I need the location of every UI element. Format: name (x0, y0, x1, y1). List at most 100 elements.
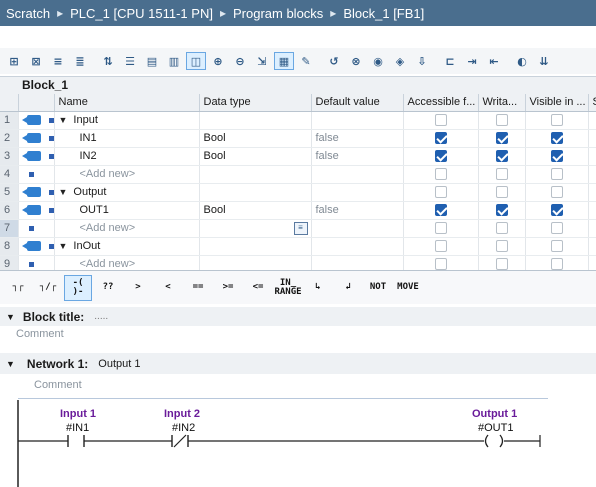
coil-label[interactable]: Output 1 (472, 408, 517, 420)
visible-cell[interactable] (525, 165, 589, 184)
close-all-networks-icon[interactable]: ⊖ (230, 52, 250, 70)
name-cell[interactable]: ▼ Output (54, 183, 200, 202)
datatype-cell[interactable]: Bool (199, 147, 312, 166)
var-name[interactable]: IN2 (59, 150, 97, 162)
datatype-cell[interactable] (199, 183, 312, 202)
rewire-icon[interactable]: ⇅ (98, 52, 118, 70)
show-tags-icon[interactable]: ▦ (274, 52, 294, 70)
section-name[interactable]: Output (73, 186, 106, 198)
visible-checkbox[interactable] (550, 186, 563, 199)
visible-cell[interactable] (525, 147, 589, 166)
accessible-cell[interactable] (403, 237, 479, 256)
block-title-value[interactable]: ..... (94, 311, 108, 322)
default-cell[interactable]: false (311, 147, 404, 166)
writable-checkbox[interactable] (495, 150, 508, 163)
move-button[interactable]: MOVE (394, 275, 422, 301)
accessible-cell[interactable] (403, 129, 479, 148)
compile-icon[interactable]: ⇩ (412, 52, 432, 70)
nc-contact-button[interactable]: ┐/┌ (34, 275, 62, 301)
name-cell[interactable]: ▼ Input (54, 111, 200, 130)
datatype-cell[interactable] (199, 237, 312, 256)
expand-icon[interactable]: ▼ (59, 241, 68, 251)
row-number[interactable]: 5 (0, 183, 19, 202)
setpoint-cell[interactable] (588, 183, 596, 202)
breadcrumb-project[interactable]: Scratch (6, 6, 50, 21)
contact1-label[interactable]: Input 1 (60, 408, 96, 420)
writable-cell[interactable] (478, 183, 526, 202)
datatype-cell[interactable]: ≡ (199, 219, 312, 238)
network-delete-icon[interactable]: ⊠ (26, 52, 46, 70)
name-cell[interactable]: IN2 (54, 147, 200, 166)
less-equal-button[interactable]: <= (244, 275, 272, 301)
writable-checkbox[interactable] (495, 114, 508, 127)
block-comment[interactable]: Comment (16, 328, 64, 340)
row-number[interactable]: 3 (0, 147, 19, 166)
col-header-accessible[interactable]: Accessible f... (403, 94, 479, 112)
writable-checkbox[interactable] (495, 204, 508, 217)
equal-button[interactable]: == (184, 275, 212, 301)
setpoint-cell[interactable] (588, 219, 596, 238)
visible-checkbox[interactable] (550, 204, 563, 217)
visible-cell[interactable] (525, 237, 589, 256)
coil-address[interactable]: #OUT1 (478, 422, 513, 434)
datatype-value[interactable]: Bool (204, 132, 226, 144)
accessible-checkbox[interactable] (434, 240, 447, 253)
next-error-icon[interactable]: ◉ (368, 52, 388, 70)
accessible-checkbox[interactable] (434, 186, 447, 199)
table-row[interactable]: 4 <Add new> (0, 165, 596, 184)
visible-checkbox[interactable] (550, 150, 563, 163)
accessible-checkbox[interactable] (434, 132, 447, 145)
visible-cell[interactable] (525, 111, 589, 130)
writable-cell[interactable] (478, 165, 526, 184)
accessible-checkbox[interactable] (434, 150, 447, 163)
network-insert-icon[interactable]: ⊞ (4, 52, 24, 70)
less-button[interactable]: < (154, 275, 182, 301)
first-error-icon[interactable]: ⊗ (346, 52, 366, 70)
in-range-button[interactable]: IN_ RANGE (274, 275, 302, 301)
snapshot-icon[interactable]: ✎ (296, 52, 316, 70)
ladder-view-icon[interactable]: ⊏ (440, 52, 460, 70)
writable-checkbox[interactable] (495, 258, 508, 271)
table-row[interactable]: 8 ▼ InOut (0, 237, 596, 256)
table-row[interactable]: 1 ▼ Input (0, 111, 596, 130)
writable-checkbox[interactable] (495, 186, 508, 199)
accessible-checkbox[interactable] (434, 114, 447, 127)
greater-button[interactable]: > (124, 275, 152, 301)
default-cell[interactable]: false (311, 201, 404, 220)
favorites-icon[interactable]: ▤ (142, 52, 162, 70)
expand-icon[interactable]: ▼ (59, 115, 68, 125)
block-interface-icon[interactable]: ▥ (164, 52, 184, 70)
table-row[interactable]: 2 IN1 Bool false (0, 129, 596, 148)
expand-icon[interactable]: ▼ (59, 187, 68, 197)
contact1-no-contact[interactable] (67, 435, 85, 447)
section-name[interactable]: Input (73, 114, 97, 126)
contact2-nc-contact[interactable] (171, 434, 189, 448)
open-all-networks-icon[interactable]: ⊕ (208, 52, 228, 70)
visible-cell[interactable] (525, 219, 589, 238)
outdent-icon[interactable]: ⇤ (484, 52, 504, 70)
insert-row-icon[interactable]: ≡ (48, 52, 68, 70)
writable-checkbox[interactable] (495, 240, 508, 253)
table-row[interactable]: 5 ▼ Output (0, 183, 596, 202)
monitoring-icon[interactable]: ↺ (324, 52, 344, 70)
breadcrumb-plc[interactable]: PLC_1 [CPU 1511-1 PN] (70, 6, 213, 21)
default-cell[interactable] (311, 165, 404, 184)
network-comment[interactable]: Comment (34, 379, 82, 391)
var-name[interactable]: OUT1 (59, 204, 109, 216)
table-row[interactable]: 3 IN2 Bool false (0, 147, 596, 166)
writable-cell[interactable] (478, 219, 526, 238)
indent-icon[interactable]: ⇥ (462, 52, 482, 70)
contact1-address[interactable]: #IN1 (66, 422, 89, 434)
contact2-label[interactable]: Input 2 (164, 408, 200, 420)
visible-cell[interactable] (525, 201, 589, 220)
writable-checkbox[interactable] (495, 222, 508, 235)
network-header[interactable]: ▼ Network 1: Output 1 (0, 353, 596, 374)
writable-cell[interactable] (478, 237, 526, 256)
accessible-cell[interactable] (403, 201, 479, 220)
contact2-address[interactable]: #IN2 (172, 422, 195, 434)
writable-cell[interactable] (478, 147, 526, 166)
var-name[interactable]: IN1 (59, 132, 97, 144)
breadcrumb-program-blocks[interactable]: Program blocks (233, 6, 323, 21)
add-new-placeholder[interactable]: <Add new> (59, 168, 136, 180)
breadcrumb-block[interactable]: Block_1 [FB1] (343, 6, 424, 21)
